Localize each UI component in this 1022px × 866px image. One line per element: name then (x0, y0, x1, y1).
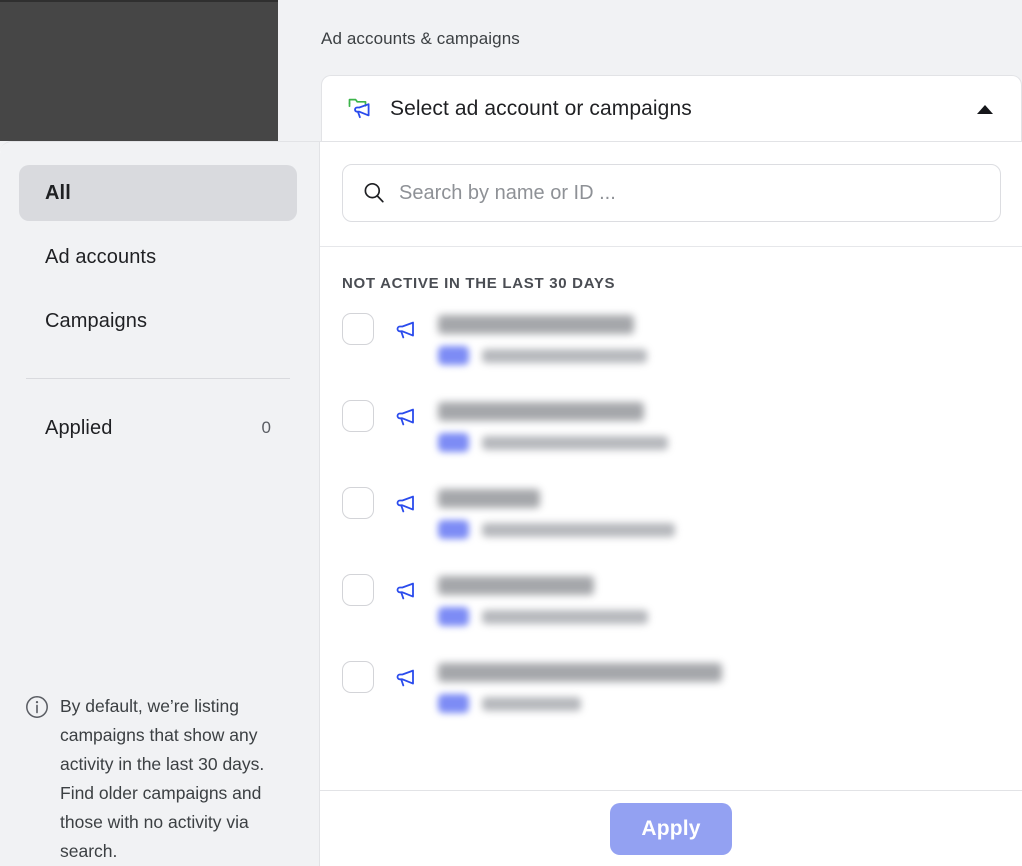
apply-button[interactable]: Apply (610, 803, 732, 855)
row-content (438, 574, 1002, 626)
megaphone-icon (390, 576, 418, 604)
info-icon (25, 695, 49, 719)
search-icon (361, 180, 387, 206)
sidebar-info-note: By default, we’re listing campaigns that… (19, 692, 297, 866)
sidebar-divider (26, 378, 290, 379)
applied-label: Applied (45, 417, 112, 440)
row-title-redacted (438, 663, 722, 682)
row-id-redacted (482, 610, 648, 624)
list-group-header: NOT ACTIVE IN THE LAST 30 DAYS (342, 247, 1002, 304)
megaphone-icon (390, 315, 418, 343)
row-title-redacted (438, 576, 594, 595)
row-title-redacted (438, 402, 644, 421)
screen-root: Ad accounts & campaigns Select ad accoun… (0, 0, 1022, 866)
row-type-badge (438, 694, 469, 713)
megaphone-icon (390, 402, 418, 430)
row-subline (438, 433, 1002, 452)
sidebar-item-all[interactable]: All (19, 165, 297, 221)
search-box[interactable] (342, 164, 1001, 222)
row-type-badge (438, 433, 469, 452)
ad-account-select-label: Select ad account or campaigns (390, 97, 977, 121)
megaphone-icon (390, 489, 418, 517)
search-section (320, 142, 1022, 247)
applied-count: 0 (261, 418, 271, 438)
row-type-badge (438, 346, 469, 365)
row-checkbox[interactable] (342, 313, 374, 345)
search-input[interactable] (399, 182, 982, 205)
row-id-redacted (482, 697, 581, 711)
popover-main: NOT ACTIVE IN THE LAST 30 DAYS (320, 142, 1022, 866)
sidebar-item-campaigns-label: Campaigns (45, 310, 147, 333)
row-checkbox[interactable] (342, 661, 374, 693)
row-checkbox[interactable] (342, 400, 374, 432)
row-type-badge (438, 520, 469, 539)
row-content (438, 400, 1002, 452)
list-item[interactable] (342, 652, 1002, 739)
sidebar-info-text: By default, we’re listing campaigns that… (60, 692, 275, 866)
popover-footer: Apply (320, 790, 1022, 866)
sidebar-item-campaigns[interactable]: Campaigns (19, 293, 297, 349)
list-item[interactable] (342, 304, 1002, 391)
row-type-badge (438, 607, 469, 626)
entity-list[interactable]: NOT ACTIVE IN THE LAST 30 DAYS (320, 247, 1022, 790)
row-subline (438, 346, 1002, 365)
row-checkbox[interactable] (342, 574, 374, 606)
sidebar-item-ad-accounts-label: Ad accounts (45, 246, 156, 269)
row-title-redacted (438, 315, 634, 334)
row-content (438, 313, 1002, 365)
row-id-redacted (482, 436, 668, 450)
row-checkbox[interactable] (342, 487, 374, 519)
ad-account-selector-popover: All Ad accounts Campaigns Applied 0 (0, 141, 1022, 866)
ad-account-select-trigger[interactable]: Select ad account or campaigns (321, 75, 1022, 142)
row-subline (438, 520, 1002, 539)
popover-sidebar: All Ad accounts Campaigns Applied 0 (0, 142, 320, 866)
list-item[interactable] (342, 565, 1002, 652)
page-title: Ad accounts & campaigns (321, 29, 520, 49)
list-item[interactable] (342, 478, 1002, 565)
chevron-up-icon[interactable] (977, 105, 993, 114)
page-backdrop-dark (0, 0, 278, 141)
campaign-folder-icon (346, 95, 374, 123)
sidebar-item-ad-accounts[interactable]: Ad accounts (19, 229, 297, 285)
sidebar-item-applied[interactable]: Applied 0 (19, 400, 297, 456)
list-item[interactable] (342, 391, 1002, 478)
row-subline (438, 694, 1002, 713)
list-item-partial[interactable] (342, 742, 1002, 768)
row-content (438, 487, 1002, 539)
row-content (438, 661, 1002, 713)
row-subline (438, 607, 1002, 626)
row-title-redacted (438, 489, 540, 508)
row-id-redacted (482, 523, 675, 537)
sidebar-item-all-label: All (45, 182, 71, 205)
megaphone-icon (390, 663, 418, 691)
row-id-redacted (482, 349, 647, 363)
